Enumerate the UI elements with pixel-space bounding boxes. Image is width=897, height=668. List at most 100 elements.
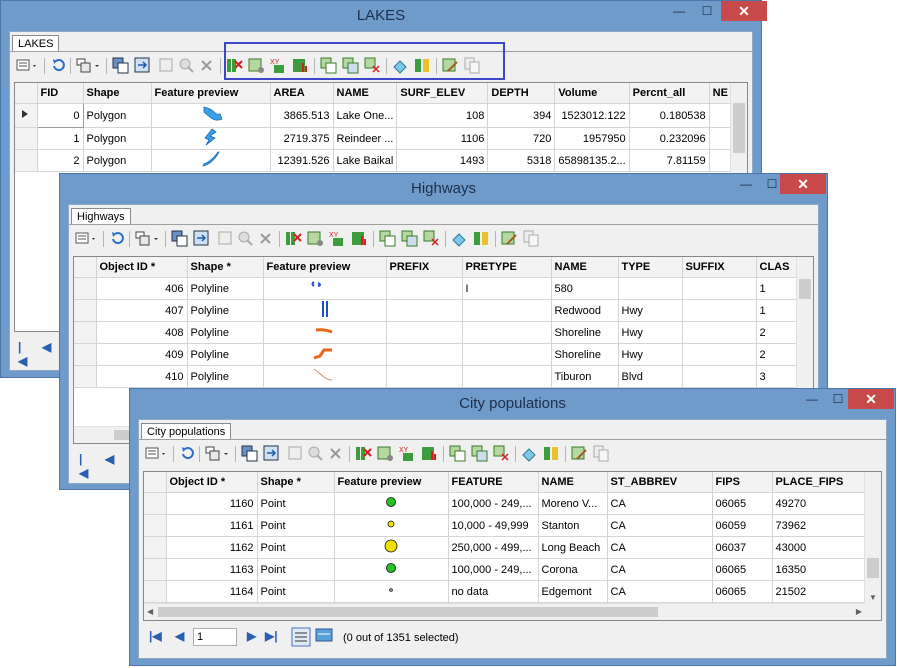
row-header[interactable]	[74, 321, 97, 344]
relate-table-icon[interactable]	[471, 445, 488, 462]
table-cell[interactable]	[709, 149, 732, 172]
table-cell[interactable]: CA	[607, 514, 713, 537]
column-header[interactable]: FID	[37, 83, 84, 104]
column-header[interactable]: NE	[709, 83, 732, 104]
column-header[interactable]: Object ID *	[96, 257, 188, 278]
table-cell[interactable]: 1164	[166, 580, 258, 603]
refresh-icon[interactable]	[109, 230, 126, 247]
table-cell[interactable]: Lake Baikal	[333, 149, 398, 172]
xy-coordinates-icon[interactable]: XY	[399, 445, 416, 462]
scroll-thumb[interactable]	[799, 279, 811, 299]
table-cell[interactable]: Hwy	[618, 343, 683, 366]
table-cell[interactable]: Polygon	[83, 103, 152, 128]
table-cell[interactable]: 1493	[396, 149, 489, 172]
column-header[interactable]: Shape *	[257, 472, 335, 493]
row-header[interactable]	[144, 514, 167, 537]
table-cell[interactable]: I	[462, 277, 552, 300]
table-cell[interactable]	[682, 299, 757, 322]
table-cell[interactable]	[462, 343, 552, 366]
table-cell[interactable]: 1523012.122	[554, 103, 630, 128]
select-menu-icon[interactable]	[205, 445, 228, 462]
table-cell[interactable]: 5318	[487, 149, 556, 172]
table-cell[interactable]	[682, 343, 757, 366]
geoprocessing-icon[interactable]	[521, 445, 538, 462]
options-menu-icon[interactable]	[16, 57, 36, 74]
delete-field-icon[interactable]	[355, 445, 372, 462]
table-cell[interactable]: 2	[756, 343, 797, 366]
previous-record-icon[interactable]: ◀	[42, 340, 51, 354]
row-header[interactable]	[144, 580, 167, 603]
show-all-records-icon[interactable]	[291, 627, 311, 650]
column-header[interactable]: PREFIX	[386, 257, 463, 278]
column-header[interactable]: AREA	[270, 83, 334, 104]
table-cell[interactable]: 1957950	[554, 127, 630, 150]
table-row[interactable]: 409 Polyline Shoreline Hwy 2	[74, 343, 797, 366]
maximize-button[interactable]: ☐	[693, 1, 721, 21]
column-header[interactable]: Feature preview	[263, 257, 387, 278]
column-header[interactable]: CLAS	[756, 257, 797, 278]
table-cell[interactable]: Blvd	[618, 365, 683, 388]
close-icon[interactable]	[327, 445, 344, 462]
table-cell[interactable]: 394	[487, 103, 556, 128]
current-row-indicator[interactable]	[15, 103, 38, 128]
delete-selected-icon[interactable]	[307, 445, 324, 462]
relate-table-icon[interactable]	[401, 230, 418, 247]
table-cell[interactable]: 406	[96, 277, 188, 300]
column-header[interactable]: NAME	[333, 83, 398, 104]
calculate-field-icon[interactable]	[307, 230, 324, 247]
table-cell[interactable]: 10,000 - 49,999	[448, 514, 539, 537]
table-row[interactable]: 1162 Point 250,000 - 499,... Long Beach …	[144, 536, 873, 559]
table-cell[interactable]: 1	[756, 277, 797, 300]
switch-selection-icon[interactable]	[193, 230, 210, 247]
table-cell[interactable]: CA	[607, 492, 713, 515]
options-menu-icon[interactable]	[75, 230, 95, 247]
table-cell[interactable]	[462, 365, 552, 388]
previous-record-icon[interactable]: ◀	[175, 629, 184, 643]
statistics-icon[interactable]	[351, 230, 368, 247]
scroll-right-icon[interactable]: ▶	[856, 607, 862, 616]
table-row[interactable]: 407 Polyline Redwood Hwy 1	[74, 299, 797, 322]
column-header[interactable]: NAME	[538, 472, 608, 493]
table-cell[interactable]: 2	[37, 149, 84, 172]
table-cell[interactable]: 0	[36, 103, 84, 128]
next-record-icon[interactable]: ▶	[247, 629, 256, 643]
table-cell[interactable]	[462, 299, 552, 322]
column-header[interactable]: SUFFIX	[682, 257, 757, 278]
join-table-icon[interactable]	[449, 445, 466, 462]
column-header[interactable]: ST_ABBREV	[607, 472, 713, 493]
table-cell[interactable]	[682, 365, 757, 388]
table-cell[interactable]	[386, 365, 463, 388]
table-cell[interactable]: Point	[257, 492, 335, 515]
table-cell[interactable]: Hwy	[618, 299, 683, 322]
table-cell[interactable]: Shoreline	[551, 321, 619, 344]
table-cell[interactable]	[682, 277, 757, 300]
switch-selection-icon[interactable]	[263, 445, 280, 462]
close-icon[interactable]	[198, 57, 215, 74]
clear-selection-icon[interactable]	[217, 230, 234, 247]
previous-record-icon[interactable]: ◀	[105, 452, 114, 466]
scroll-left-icon[interactable]: ◀	[147, 607, 153, 616]
row-header[interactable]	[74, 343, 97, 366]
table-cell[interactable]: 410	[96, 365, 188, 388]
table-cell[interactable]: 100,000 - 249,...	[448, 492, 539, 515]
table-cell[interactable]: 73962	[772, 514, 873, 537]
column-header[interactable]: PRETYPE	[462, 257, 552, 278]
table-cell[interactable]	[709, 127, 732, 150]
row-header[interactable]	[74, 299, 97, 322]
table-row[interactable]: 410 Polyline Tiburon Blvd 3	[74, 365, 797, 388]
table-cell[interactable]: Polyline	[187, 277, 264, 300]
table-cell[interactable]: 2	[756, 321, 797, 344]
table-cell[interactable]: 407	[96, 299, 188, 322]
column-header[interactable]: NAME	[551, 257, 619, 278]
tab-city-populations[interactable]: City populations	[141, 423, 232, 440]
table-row[interactable]: 1160 Point 100,000 - 249,... Moreno V...…	[144, 492, 873, 515]
table-cell[interactable]: CA	[607, 536, 713, 559]
row-header[interactable]	[144, 558, 167, 581]
table-cell[interactable]: 108	[396, 103, 489, 128]
column-header[interactable]: TYPE	[618, 257, 683, 278]
first-record-icon[interactable]: |◀	[149, 629, 162, 643]
table-cell[interactable]: Moreno V...	[538, 492, 608, 515]
table-cell[interactable]	[462, 321, 552, 344]
edit-table-icon[interactable]	[501, 230, 518, 247]
column-header[interactable]: FIPS	[712, 472, 773, 493]
